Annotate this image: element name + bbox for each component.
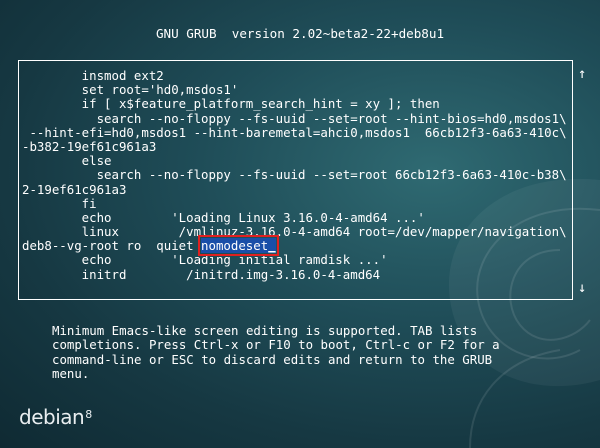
editor-line[interactable]: if [ x$feature_platform_search_hint = xy… bbox=[22, 97, 567, 111]
help-line: command-line or ESC to discard edits and… bbox=[52, 351, 493, 367]
nomodeset-text: nomodeset bbox=[201, 238, 269, 254]
editor-line[interactable]: else bbox=[22, 153, 567, 168]
boot-entry-editor[interactable]: insmod ext2 set root='hd0,msdos1' if [ x… bbox=[18, 60, 573, 300]
debian-logo: debian8 bbox=[19, 405, 92, 429]
edited-line[interactable]: deb8--vg-root ro quiet nomodeset_ bbox=[22, 235, 567, 257]
nomodeset-highlight[interactable]: nomodeset_ bbox=[198, 235, 279, 257]
editor-line[interactable]: insmod ext2 bbox=[22, 68, 567, 83]
editor-line[interactable]: set root='hd0,msdos1' bbox=[22, 82, 567, 97]
grub-title: GNU GRUB version 2.02~beta2-22+deb8u1 bbox=[155, 26, 445, 41]
editor-line[interactable]: 2-19ef61c961a3 bbox=[22, 182, 567, 197]
text-cursor: _ bbox=[268, 238, 276, 254]
help-line: completions. Press Ctrl-x or F10 to boot… bbox=[52, 337, 500, 353]
debian-logo-version: 8 bbox=[85, 408, 92, 421]
help-line: menu. bbox=[52, 365, 90, 381]
help-text: Minimum Emacs-like screen editing is sup… bbox=[52, 323, 500, 381]
help-line: Minimum Emacs-like screen editing is sup… bbox=[52, 323, 478, 338]
editor-line[interactable]: search --no-floppy --fs-uuid --set=root … bbox=[22, 111, 567, 126]
editor-line[interactable]: search --no-floppy --fs-uuid --set=root … bbox=[22, 168, 567, 182]
editor-line[interactable]: -b382-19ef61c961a3 bbox=[22, 139, 567, 154]
scroll-down-arrow-icon: ↓ bbox=[578, 280, 587, 296]
editor-line[interactable]: initrd /initrd.img-3.16.0-4-amd64 bbox=[22, 267, 567, 282]
editor-lines: insmod ext2 set root='hd0,msdos1' if [ x… bbox=[22, 68, 567, 282]
editor-line[interactable]: echo 'Loading Linux 3.16.0-4-amd64 ...' bbox=[22, 210, 567, 225]
edited-line-prefix: deb8--vg-root ro quiet bbox=[22, 238, 202, 254]
scroll-up-arrow-icon: ↑ bbox=[578, 66, 587, 82]
debian-logo-text: debian bbox=[19, 405, 85, 429]
editor-line[interactable]: --hint-efi=hd0,msdos1 --hint-baremetal=a… bbox=[22, 125, 566, 140]
editor-line[interactable]: echo 'Loading initial ramdisk ...' bbox=[22, 253, 567, 267]
editor-line[interactable]: fi bbox=[22, 196, 567, 211]
